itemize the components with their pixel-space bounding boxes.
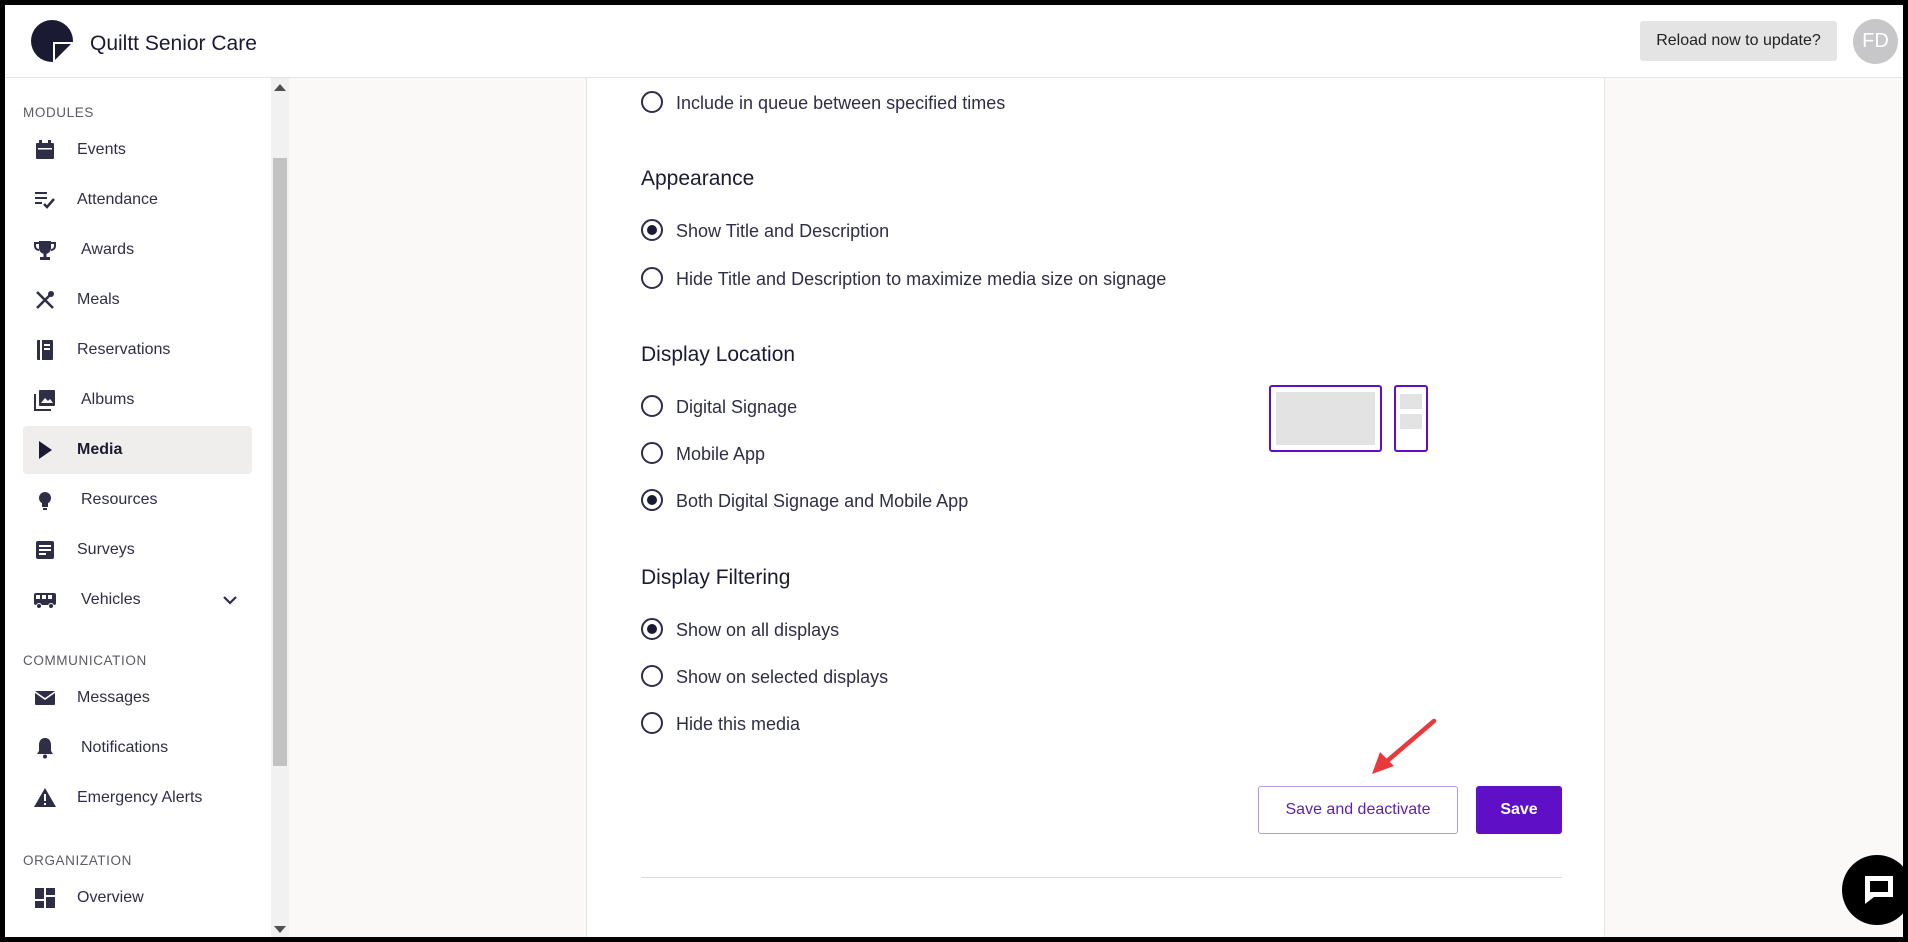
quiltt-logo-icon xyxy=(31,20,73,62)
app-window: Quiltt Senior Care Reload now to update?… xyxy=(5,5,1903,937)
radio-button[interactable] xyxy=(641,395,663,417)
sidebar-item-label: Attendance xyxy=(77,191,158,208)
calendar-icon xyxy=(36,140,54,159)
sidebar-item-vehicles[interactable]: Vehicles xyxy=(23,576,252,624)
checklist-icon xyxy=(35,192,55,209)
sidebar-item-attendance[interactable]: Attendance xyxy=(23,176,252,224)
radio-button[interactable] xyxy=(641,267,663,289)
sidebar-item-events[interactable]: Events xyxy=(23,126,252,174)
app-title: Quiltt Senior Care xyxy=(90,32,257,55)
radio-label: Digital Signage xyxy=(676,397,798,417)
radio-button[interactable] xyxy=(641,665,663,687)
lightbulb-icon xyxy=(39,492,51,510)
sidebar-item-label: Albums xyxy=(81,391,135,408)
trophy-icon xyxy=(34,241,56,260)
sidebar-item-label: Notifications xyxy=(81,739,169,756)
sidebar-item-albums[interactable]: Albums xyxy=(23,376,252,424)
appearance-heading: Appearance xyxy=(641,167,755,190)
annotation-arrow-icon xyxy=(1372,718,1437,774)
chat-icon xyxy=(1865,876,1893,904)
display-filtering-heading: Display Filtering xyxy=(641,566,791,589)
sidebar-item-label: Meals xyxy=(77,291,120,308)
sidebar-item-label: Surveys xyxy=(77,541,135,558)
radio-button[interactable] xyxy=(641,219,663,241)
sidebar-item-label: Overview xyxy=(77,889,144,906)
sidebar-item-label: Events xyxy=(77,141,126,158)
sidebar-item-overview[interactable]: Overview xyxy=(23,874,252,922)
utensils-icon xyxy=(36,291,54,309)
radio-button[interactable] xyxy=(641,489,663,511)
sidebar-item-surveys[interactable]: Surveys xyxy=(23,526,252,574)
sidebar-item-label: Vehicles xyxy=(81,591,141,608)
sidebar-item-label: Reservations xyxy=(77,341,171,358)
sidebar-item-notifications[interactable]: Notifications xyxy=(23,724,252,772)
section-modules: MODULES xyxy=(23,105,94,120)
warning-icon xyxy=(34,788,56,807)
chat-widget-button[interactable] xyxy=(1842,855,1903,925)
sidebar-item-meals[interactable]: Meals xyxy=(23,276,252,324)
sidebar-item-label: Awards xyxy=(81,241,135,258)
reload-button[interactable]: Reload now to update? xyxy=(1640,21,1837,61)
sidebar-item-awards[interactable]: Awards xyxy=(23,226,252,274)
radio-button[interactable] xyxy=(641,712,663,734)
sidebar-item-label: Emergency Alerts xyxy=(77,789,203,806)
display-location-heading: Display Location xyxy=(641,343,796,366)
save-and-deactivate-button[interactable]: Save and deactivate xyxy=(1258,786,1458,834)
sidebar-item-label: Resources xyxy=(81,491,158,508)
save-button[interactable]: Save xyxy=(1476,786,1562,834)
scroll-up-icon[interactable] xyxy=(274,84,286,91)
radio-label: Hide Title and Description to maximize m… xyxy=(676,269,1167,289)
radio-label: Both Digital Signage and Mobile App xyxy=(676,491,969,511)
radio-button[interactable] xyxy=(641,618,663,640)
divider xyxy=(641,877,1562,878)
book-icon xyxy=(37,340,53,360)
dashboard-icon xyxy=(35,888,55,908)
photos-icon xyxy=(34,390,55,411)
sidebar-item-emergency-alerts[interactable]: Emergency Alerts xyxy=(23,774,252,822)
radio-label: Show on all displays xyxy=(676,620,840,640)
survey-icon xyxy=(36,541,54,559)
bell-icon xyxy=(37,738,53,759)
scrollbar-thumb[interactable] xyxy=(273,158,287,766)
display-location-preview-icon xyxy=(1269,385,1428,452)
section-communication: COMMUNICATION xyxy=(23,653,147,668)
radio-label: Include in queue between specified times xyxy=(676,93,1006,113)
sidebar-scrollbar[interactable] xyxy=(271,78,289,937)
radio-label: Mobile App xyxy=(676,444,766,464)
sidebar-item-label: Media xyxy=(77,441,123,458)
media-form-card: Include in queue between specified times… xyxy=(586,78,1605,937)
radio-button[interactable] xyxy=(641,91,663,113)
radio-label: Hide this media xyxy=(676,714,801,734)
sidebar-item-messages[interactable]: Messages xyxy=(23,674,252,722)
sidebar-item-label: Messages xyxy=(77,689,150,706)
radio-button[interactable] xyxy=(641,442,663,464)
chevron-down-icon[interactable] xyxy=(219,589,241,611)
scroll-down-icon[interactable] xyxy=(274,926,286,933)
sidebar-item-reservations[interactable]: Reservations xyxy=(23,326,252,374)
play-icon xyxy=(39,441,52,459)
sidebar-item-media[interactable]: Media xyxy=(23,426,252,474)
radio-label: Show on selected displays xyxy=(676,667,889,687)
user-avatar[interactable]: FD xyxy=(1853,19,1898,64)
bus-icon xyxy=(34,593,56,609)
sidebar: MODULES Events Attendance Awards Meals R… xyxy=(5,78,271,937)
sidebar-item-resources[interactable]: Resources xyxy=(23,476,252,524)
mail-icon xyxy=(34,691,56,705)
radio-label: Show Title and Description xyxy=(676,221,890,241)
top-header: Quiltt Senior Care Reload now to update?… xyxy=(5,5,1903,78)
section-organization: ORGANIZATION xyxy=(23,853,132,868)
